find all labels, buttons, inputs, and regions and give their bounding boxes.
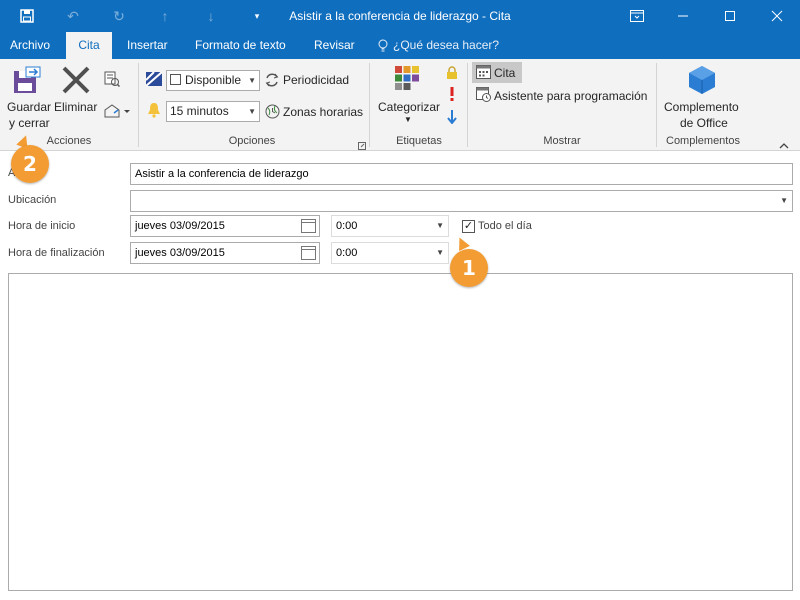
group-mostrar-label: Mostrar xyxy=(543,135,581,147)
reminder-bell-icon xyxy=(147,102,161,121)
calendar-icon[interactable] xyxy=(301,219,316,233)
time-zones-icon[interactable] xyxy=(265,104,280,122)
ribbon-tab-bar: Archivo Cita Insertar Formato de texto R… xyxy=(0,32,800,59)
tell-me-box[interactable]: ¿Qué desea hacer? xyxy=(378,32,499,59)
group-opciones-label: Opciones xyxy=(228,135,276,147)
office-addins-label-2[interactable]: de Office xyxy=(680,116,728,130)
forward-icon[interactable] xyxy=(104,71,121,90)
tab-insertar[interactable]: Insertar xyxy=(117,32,178,59)
dialog-launcher-icon[interactable] xyxy=(358,139,366,153)
minimize-icon[interactable] xyxy=(660,0,706,32)
start-time-field[interactable]: 0:00 ▼ xyxy=(331,215,449,237)
show-as-icon xyxy=(145,71,163,89)
tab-archivo[interactable]: Archivo xyxy=(0,32,60,59)
meeting-notes-icon[interactable] xyxy=(104,103,132,122)
subject-field[interactable]: Asistir a la conferencia de liderazgo xyxy=(130,163,793,185)
chevron-down-icon[interactable]: ▼ xyxy=(436,216,444,236)
chevron-down-icon[interactable]: ▼ xyxy=(780,191,788,211)
tab-cita[interactable]: Cita xyxy=(66,32,112,59)
location-field[interactable]: ▼ xyxy=(130,190,793,212)
all-day-label: Todo el día xyxy=(478,220,532,232)
end-time-value: 0:00 xyxy=(336,247,358,259)
categorize-label[interactable]: Categorizar xyxy=(378,100,440,114)
start-date-field[interactable]: jueves 03/09/2015 xyxy=(130,215,320,237)
end-time-field[interactable]: 0:00 ▼ xyxy=(331,242,449,264)
tell-me-label: ¿Qué desea hacer? xyxy=(393,38,500,52)
chevron-down-icon[interactable]: ▼ xyxy=(436,243,444,263)
ribbon-display-options-icon[interactable] xyxy=(614,0,660,32)
delete-icon[interactable] xyxy=(60,65,92,98)
tab-revisar[interactable]: Revisar xyxy=(304,32,365,59)
close-icon[interactable] xyxy=(754,0,800,32)
show-as-dropdown[interactable]: Disponible ▼ xyxy=(166,70,260,91)
reminder-value: 15 minutos xyxy=(170,104,229,118)
group-complementos-label: Complementos xyxy=(666,135,740,147)
start-time-label: Hora de inicio xyxy=(8,220,76,232)
calendar-icon[interactable] xyxy=(301,246,316,260)
maximize-icon[interactable] xyxy=(707,0,753,32)
office-addins-icon[interactable] xyxy=(688,65,716,98)
notes-body[interactable] xyxy=(8,273,793,591)
scheduling-assistant-icon[interactable] xyxy=(476,87,491,105)
title-bar: ↶ ↻ ↑ ↓ ▾ Asistir a la conferencia de li… xyxy=(0,0,800,32)
recurrence-icon[interactable] xyxy=(264,72,280,91)
private-lock-icon[interactable] xyxy=(446,66,458,83)
reminder-dropdown[interactable]: 15 minutos ▼ xyxy=(166,101,260,122)
show-as-value: Disponible xyxy=(185,73,242,87)
group-etiquetas-label: Etiquetas xyxy=(396,135,442,147)
tab-formato-de-texto[interactable]: Formato de texto xyxy=(185,32,296,59)
callout-badge-2: 2 xyxy=(11,145,49,183)
categorize-icon[interactable] xyxy=(394,65,420,94)
appointment-calendar-icon xyxy=(476,65,491,82)
chevron-down-icon[interactable]: ▼ xyxy=(404,115,412,124)
recurrence-label[interactable]: Periodicidad xyxy=(283,73,349,87)
appointment-label: Cita xyxy=(494,66,516,80)
ribbon: Guardar y cerrar Eliminar Acciones Dispo… xyxy=(0,59,800,151)
all-day-checkbox[interactable]: ✓ xyxy=(462,220,475,233)
collapse-ribbon-icon[interactable] xyxy=(779,138,789,152)
start-date-value: jueves 03/09/2015 xyxy=(135,220,225,232)
office-addins-label-1[interactable]: Complemento xyxy=(664,100,739,114)
chevron-down-icon: ▼ xyxy=(248,107,256,116)
end-date-value: jueves 03/09/2015 xyxy=(135,247,225,259)
low-importance-icon[interactable] xyxy=(447,110,457,127)
chevron-down-icon: ▼ xyxy=(248,76,256,85)
start-time-value: 0:00 xyxy=(336,220,358,232)
callout-badge-1: 1 xyxy=(450,249,488,287)
end-date-field[interactable]: jueves 03/09/2015 xyxy=(130,242,320,264)
lightbulb-icon xyxy=(378,39,388,52)
save-close-label-2[interactable]: y cerrar xyxy=(9,116,50,130)
save-and-close-icon[interactable] xyxy=(12,65,42,98)
delete-label[interactable]: Eliminar xyxy=(54,100,97,114)
end-time-label: Hora de finalización xyxy=(8,247,105,259)
scheduling-assistant-label[interactable]: Asistente para programación xyxy=(494,89,647,103)
time-zones-label[interactable]: Zonas horarias xyxy=(283,105,363,119)
save-close-label-1[interactable]: Guardar xyxy=(7,100,51,114)
high-importance-icon[interactable] xyxy=(449,87,455,104)
availability-swatch-icon xyxy=(170,74,181,85)
location-label: Ubicación xyxy=(8,194,57,206)
